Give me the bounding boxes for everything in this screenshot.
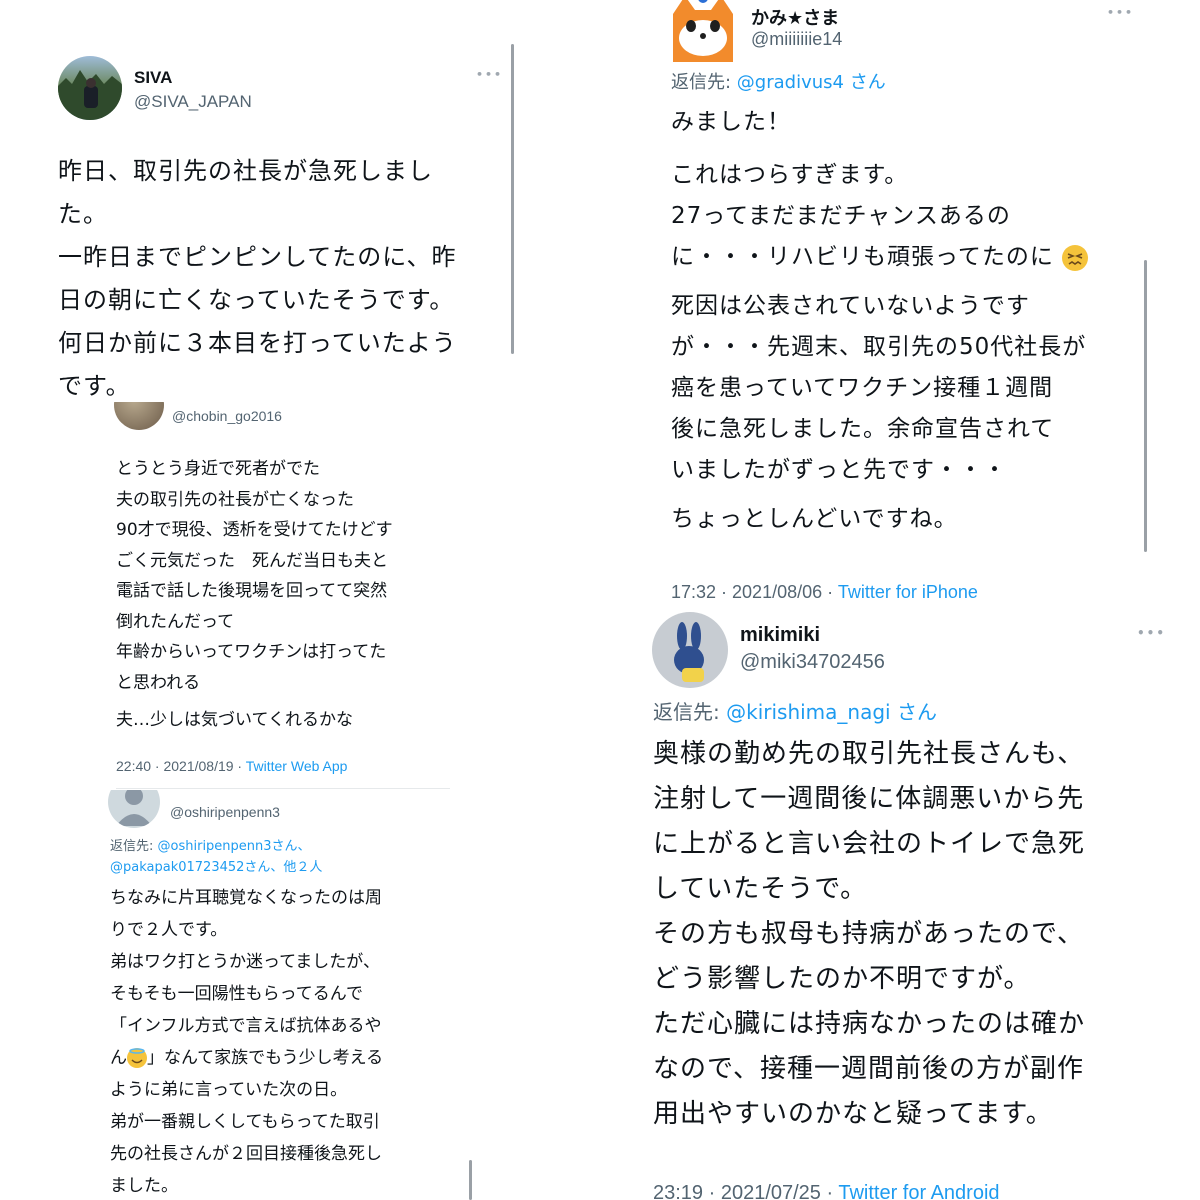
avatar[interactable] xyxy=(114,402,164,430)
timestamp[interactable]: 23:19 · 2021/07/25 · xyxy=(653,1182,838,1200)
more-options-icon[interactable]: ••• xyxy=(1107,6,1134,19)
tweet-line: 死因は公表されていないようです xyxy=(671,293,1030,319)
tweet-text: 昨日、取引先の社長が急死しまし た。 一昨日までピンピンしてたのに、昨 日の朝に… xyxy=(58,150,457,402)
tweet-line: 日の朝に亡くなっていたそうです。 xyxy=(58,286,455,314)
tweet-line: 倒れたんだって xyxy=(116,611,235,632)
client-link[interactable]: Twitter Web App xyxy=(246,758,348,774)
tweet-line: 27ってまだまだチャンスあるの xyxy=(671,203,1011,229)
tweet-chobin: @chobin_go2016 とうとう身近で死者がでた 夫の取引先の社長が亡くな… xyxy=(100,402,470,790)
reply-label: 返信先: xyxy=(653,700,727,724)
tweet-line: これはつらすぎます。 xyxy=(671,162,909,188)
tweet-meta: 22:40 · 2021/08/19 · Twitter Web App xyxy=(116,758,347,774)
scrollbar[interactable] xyxy=(469,1160,472,1200)
reply-to-link[interactable]: @kirishima_nagi さん xyxy=(726,700,937,724)
more-options-icon[interactable]: ••• xyxy=(1137,626,1166,640)
tweet-line: していたそうで。 xyxy=(653,874,868,904)
user-handle[interactable]: @miiiiiiie14 xyxy=(751,29,842,50)
tweet-line: その方も叔母も持病があったので、 xyxy=(653,919,1084,949)
tweet-line: 夫の取引先の社長が亡くなった xyxy=(116,489,354,510)
display-name[interactable]: SIVA xyxy=(134,68,172,88)
tweet-line: 昨日、取引先の社長が急死しまし xyxy=(58,157,433,185)
tweet-line: 90才で現役、透析を受けてたけどす xyxy=(116,520,393,540)
cat-avatar-icon xyxy=(673,0,733,62)
tweet-line: なので、接種一週間前後の方が副作 xyxy=(653,1054,1084,1084)
display-name[interactable]: かみ★さま xyxy=(751,4,839,30)
tweet-line: ちなみに片耳聴覚なくなったのは周 xyxy=(110,888,382,908)
scrollbar[interactable] xyxy=(511,44,514,354)
tweet-line: 「インフル方式で言えば抗体あるや xyxy=(110,1016,382,1036)
client-link[interactable]: Twitter for iPhone xyxy=(838,582,978,602)
more-options-icon[interactable]: ••• xyxy=(476,68,503,81)
tweet-line: 癌を患っていてワクチン接種１週間 xyxy=(671,375,1054,401)
tweet-line: 奥様の勤め先の取引先社長さんも、 xyxy=(653,739,1085,769)
reply-context: 返信先: @gradivus4 さん xyxy=(671,68,886,94)
user-handle[interactable]: @SIVA_JAPAN xyxy=(134,92,252,112)
tweet-line: ました。 xyxy=(110,1176,178,1196)
tweet-siva: SIVA @SIVA_JAPAN ••• 昨日、取引先の社長が急死しまし た。 … xyxy=(0,40,520,402)
tweet-line: 用出やすいのかなと疑ってます。 xyxy=(653,1099,1053,1129)
tweet-line: 何日か前に３本目を打っていたよう xyxy=(58,329,457,357)
user-handle[interactable]: @oshiripenpenn3 xyxy=(170,804,280,820)
tweet-line: 夫…少しは気づいてくれるかな xyxy=(116,710,353,730)
tweet-line: りで２人です。 xyxy=(110,920,228,940)
tweet-line: が・・・先週末、取引先の50代社長が xyxy=(671,334,1087,360)
tweet-line: 先の社長さんが２回目接種後急死し xyxy=(110,1144,382,1164)
smiling-face-with-halo-icon xyxy=(127,1048,147,1068)
tweet-oshiri: @oshiripenpenn3 返信先: @oshiripenpenn3さん、 … xyxy=(100,790,480,1200)
tweet-line: どう影響したのか不明ですが。 xyxy=(653,964,1031,994)
user-handle[interactable]: @miki34702456 xyxy=(740,651,885,674)
avatar[interactable] xyxy=(108,790,160,828)
tweet-line: ただ心臓には持病なかったのは確か xyxy=(653,1009,1086,1039)
tweet-line: です。 xyxy=(58,372,131,400)
avatar[interactable] xyxy=(58,56,122,120)
avatar-photo-icon xyxy=(58,70,122,120)
tweet-line: ごく元気だった 死んだ当日も夫と xyxy=(116,550,388,571)
timestamp[interactable]: 22:40 · 2021/08/19 · xyxy=(116,758,246,774)
tweet-miki: mikimiki @miki34702456 ••• 返信先: @kirishi… xyxy=(640,604,1200,1200)
tweet-line: 後に急死しました。余命宣告されて xyxy=(671,416,1055,442)
divider xyxy=(116,788,450,789)
tweet-text: ちなみに片耳聴覚なくなったのは周 りで２人です。 弟はワク打とうか迷ってましたが… xyxy=(110,882,383,1200)
avatar[interactable] xyxy=(667,0,739,64)
tweet-line: みました！ xyxy=(671,109,791,135)
reply-context: 返信先: @kirishima_nagi さん xyxy=(653,696,937,725)
tweet-line: 年齢からいってワクチンは打ってた xyxy=(116,642,387,662)
user-handle[interactable]: @chobin_go2016 xyxy=(172,408,282,424)
rabbit-avatar-icon xyxy=(674,622,704,682)
reply-label: 返信先: xyxy=(671,72,737,93)
tweet-line: ように弟に言っていた次の日。 xyxy=(110,1080,348,1100)
reply-context: 返信先: @oshiripenpenn3さん、 @pakapak01723452… xyxy=(110,836,322,878)
tweet-text: みました！ これはつらすぎます。 27ってまだまだチャンスあるの に・・・リハビ… xyxy=(671,102,1089,540)
tweet-line: 電話で話した後現場を回ってて突然 xyxy=(116,581,388,601)
tweet-line: そもそも一回陽性もらってるんで xyxy=(110,984,363,1004)
tweet-line: ちょっとしんどいですね。 xyxy=(671,506,958,532)
tweet-line: に・・・リハビリも頑張ってたのに xyxy=(671,237,1089,278)
tweet-line: に上がると言い会社のトイレで急死 xyxy=(653,829,1086,859)
tweet-line: いましたがずっと先です・・・ xyxy=(671,457,1007,483)
confounded-face-icon xyxy=(1062,244,1089,271)
tweet-meta: 17:32 · 2021/08/06 · Twitter for iPhone xyxy=(671,582,978,603)
tweet-line: た。 xyxy=(58,200,108,228)
tweet-line: 一昨日までピンピンしてたのに、昨 xyxy=(58,243,457,271)
default-avatar-icon xyxy=(116,790,152,826)
client-link[interactable]: Twitter for Android xyxy=(838,1182,999,1200)
display-name[interactable]: mikimiki xyxy=(740,624,820,647)
tweet-kami: かみ★さま @miiiiiiie14 ••• 返信先: @gradivus4 さ… xyxy=(655,0,1200,604)
scrollbar[interactable] xyxy=(1144,260,1147,552)
reply-to-link[interactable]: @gradivus4 さん xyxy=(737,72,886,93)
tweet-line: 弟はワク打とうか迷ってましたが、 xyxy=(110,952,380,972)
tweet-line: とうとう身近で死者がでた xyxy=(116,459,320,479)
reply-to-link[interactable]: @oshiripenpenn3さん、 xyxy=(158,839,311,854)
tweet-meta: 23:19 · 2021/07/25 · Twitter for Android xyxy=(653,1182,1000,1200)
tweet-line: ん 」なんて家族でもう少し考える xyxy=(110,1048,384,1068)
tweet-text: とうとう身近で死者がでた 夫の取引先の社長が亡くなった 90才で現役、透析を受け… xyxy=(116,454,393,736)
avatar[interactable] xyxy=(652,612,728,688)
reply-label: 返信先: xyxy=(110,839,158,854)
tweet-text: 奥様の勤め先の取引先社長さんも、 注射して一週間後に体調悪いから先 に上がると言… xyxy=(653,732,1085,1137)
reply-to-link[interactable]: @pakapak01723452さん、他２人 xyxy=(110,857,322,878)
tweet-line: 注射して一週間後に体調悪いから先 xyxy=(653,784,1085,814)
tweet-line: 弟が一番親しくしてもらってた取引 xyxy=(110,1112,380,1132)
timestamp[interactable]: 17:32 · 2021/08/06 · xyxy=(671,582,838,602)
tweet-line: と思われる xyxy=(116,672,201,693)
